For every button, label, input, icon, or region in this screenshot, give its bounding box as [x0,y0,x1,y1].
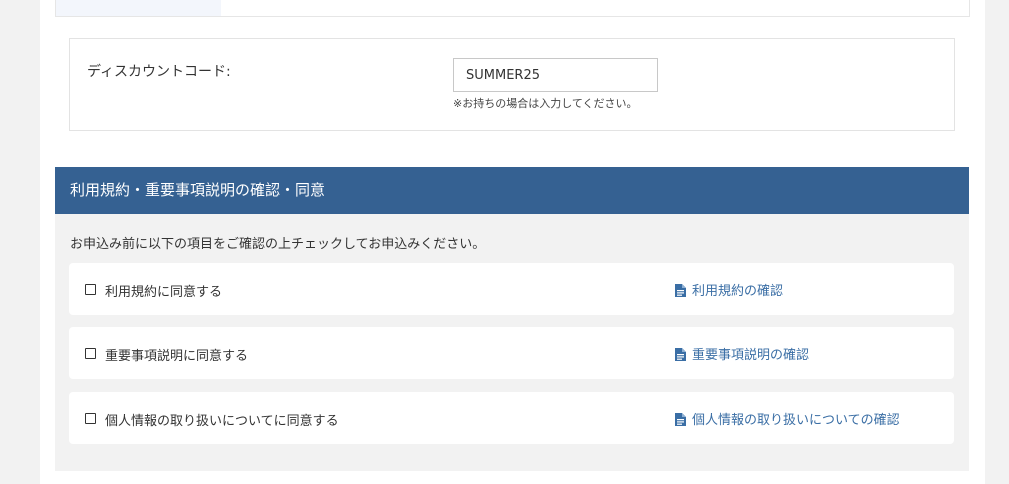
document-icon [675,348,686,361]
terms-confirm-link-label[interactable]: 利用規約の確認 [692,284,783,299]
important-agree-label[interactable]: 重要事項説明に同意する [105,345,248,364]
discount-code-label: ディスカウントコード: [87,64,231,80]
important-confirm-link[interactable]: 重要事項説明の確認 [675,344,809,363]
previous-form-row [55,0,970,17]
important-confirm-link-label[interactable]: 重要事項説明の確認 [692,348,809,363]
privacy-confirm-link-label[interactable]: 個人情報の取り扱いについての確認 [692,413,900,428]
discount-code-note: ※お持ちの場合は入力してください。 [453,97,638,110]
agreement-section: 利用規約・重要事項説明の確認・同意 お申込み前に以下の項目をご確認の上チェックし… [55,167,969,471]
terms-agree-label[interactable]: 利用規約に同意する [105,281,222,300]
agreement-item-privacy: 個人情報の取り扱いについてに同意する 個人情報の取り扱いについての確認 [69,392,954,444]
agreement-instruction: お申込み前に以下の項目をご確認の上チェックしてお申込みください。 [70,237,486,252]
terms-confirm-link[interactable]: 利用規約の確認 [675,280,783,299]
terms-checkbox[interactable] [85,284,96,295]
document-icon [675,413,686,426]
agreement-item-important: 重要事項説明に同意する 重要事項説明の確認 [69,327,954,379]
important-checkbox[interactable] [85,348,96,359]
discount-code-input[interactable] [453,58,658,92]
discount-code-box: ディスカウントコード: ※お持ちの場合は入力してください。 [69,38,955,131]
agreement-item-terms: 利用規約に同意する 利用規約の確認 [69,263,954,315]
previous-form-label-cell [56,0,221,16]
privacy-confirm-link[interactable]: 個人情報の取り扱いについての確認 [675,409,900,428]
privacy-checkbox[interactable] [85,413,96,424]
document-icon [675,284,686,297]
privacy-agree-label[interactable]: 個人情報の取り扱いについてに同意する [105,410,339,429]
agreement-section-title: 利用規約・重要事項説明の確認・同意 [55,167,969,214]
page-content: ディスカウントコード: ※お持ちの場合は入力してください。 利用規約・重要事項説… [40,0,985,484]
